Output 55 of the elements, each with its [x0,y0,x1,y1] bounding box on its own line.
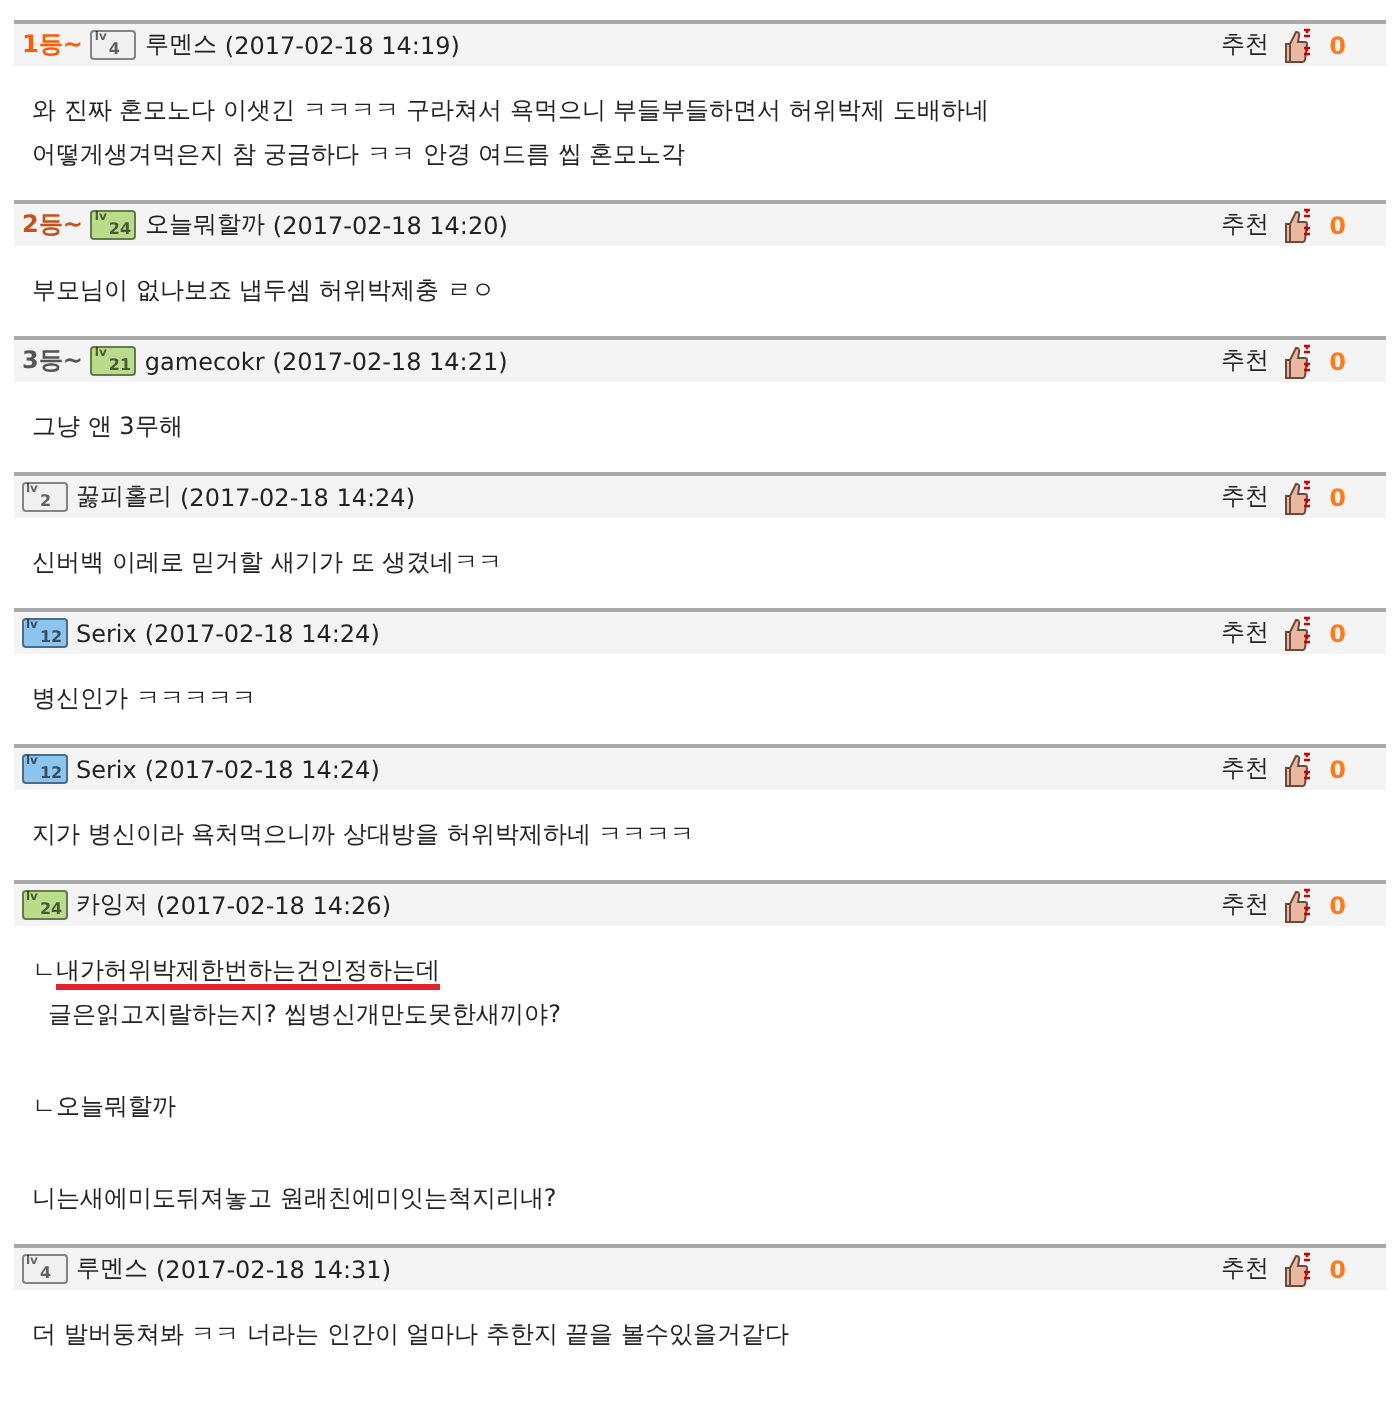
comment-text: 더 발버둥쳐봐 ㅋㅋ 너라는 인간이 얼마나 추한지 끝을 볼수있을거같다 [32,1318,792,1352]
comment-time: (2017-02-18 14:26) [156,891,391,919]
comment-time: (2017-02-18 14:24) [144,755,380,783]
recommend-label[interactable]: 추천 [1221,208,1270,242]
recommend-count: 0 [1329,347,1346,375]
recommend-count: 0 [1329,483,1346,511]
comment-text: 병신인가 ㅋㅋㅋㅋㅋ [32,682,258,716]
recommend-label[interactable]: 추천 [1221,616,1270,650]
comment-text: 글은읽고지랄하는지? 씹병신개만도못한새끼야? [46,998,564,1032]
comment-text: 부모님이 없나보죠 냅두셈 허위박제충 ㄹㅇ [32,274,497,308]
recommend-label[interactable]: 추천 [1221,752,1270,786]
comment-time: (2017-02-18 14:31) [156,1255,391,1283]
recommend-count: 0 [1329,31,1346,59]
comment-text: 지가 병신이라 욕처먹으니까 상대방을 허위박제하네 ㅋㅋㅋㅋ [32,818,697,852]
comment-text: 그냥 앤 3무해 [32,410,185,444]
rank-label: 2등~ [22,208,83,242]
comment-text: 니는새에미도뒤져놓고 원래친에미잇는척지리내? [32,1182,559,1216]
recommend-count: 0 [1329,891,1346,919]
thumbs-up-icon[interactable] [1281,751,1316,787]
comment-text: 신버백 이레로 믿거할 새기가 또 생겼네ㅋㅋ [32,546,505,580]
thumbs-up-icon[interactable] [1281,615,1316,651]
recommend-label[interactable]: 추천 [1221,28,1270,62]
author-name[interactable]: 오늘뭐할까 [144,208,265,242]
author-name[interactable]: Serix [76,619,137,647]
comment-text: ㄴ오늘뭐할까 [32,1090,178,1124]
comment-time: (2017-02-18 14:19) [224,31,460,59]
thumbs-up-icon[interactable] [1281,479,1316,515]
recommend-count: 0 [1329,1255,1346,1283]
thumbs-up-icon[interactable] [1281,27,1316,63]
author-name[interactable]: 루멘스 [76,1252,148,1286]
thumbs-up-icon[interactable] [1281,887,1316,923]
thumbs-up-icon[interactable] [1281,1251,1316,1287]
rank-label: 1등~ [22,28,83,62]
recommend-label[interactable]: 추천 [1221,888,1270,922]
thumbs-up-icon[interactable] [1281,343,1316,379]
author-name[interactable]: 꿇피홀리 [76,480,172,514]
comment-time: (2017-02-18 14:20) [272,211,508,239]
comment-time: (2017-02-18 14:21) [272,347,508,375]
thumbs-up-icon[interactable] [1281,207,1316,243]
author-name[interactable]: 카잉저 [76,888,148,922]
author-name[interactable]: 루멘스 [144,28,217,62]
comment-time: (2017-02-18 14:24) [144,619,380,647]
comment-time: (2017-02-18 14:24) [180,483,415,511]
comment-text: 어떻게생겨먹은지 참 궁금하다 ㅋㅋ 안경 여드름 씹 혼모노각 [32,138,688,172]
recommend-count: 0 [1329,755,1346,783]
recommend-count: 0 [1329,619,1346,647]
recommend-label[interactable]: 추천 [1221,480,1270,514]
recommend-label[interactable]: 추천 [1221,344,1270,378]
comment-text: ㄴ 내가허위박제한번하는건인정하는데 [32,948,1386,992]
rank-label: 3등~ [22,344,83,378]
comment-text: 와 진짜 혼모노다 이샛긴 ㅋㅋㅋㅋ 구라쳐서 욕먹으니 부들부들하면서 허위박제 도배하네 [32,94,991,128]
author-name[interactable]: gamecokr [144,347,265,375]
author-name[interactable]: Serix [76,755,137,783]
recommend-count: 0 [1329,211,1346,239]
recommend-label[interactable]: 추천 [1221,1252,1270,1286]
